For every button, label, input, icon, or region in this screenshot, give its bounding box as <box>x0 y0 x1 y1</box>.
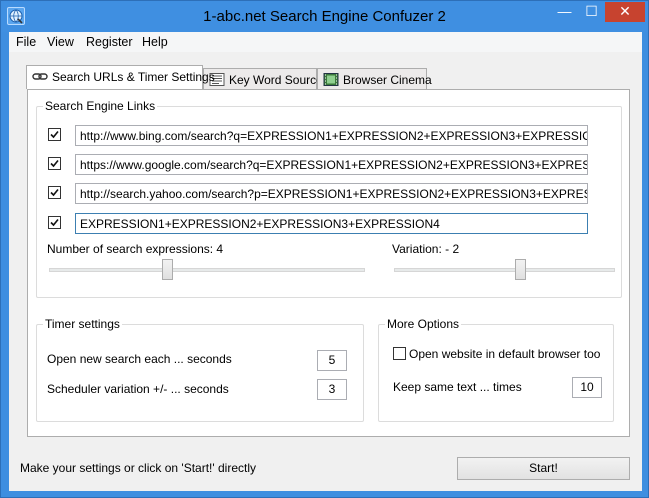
close-button[interactable]: ✕ <box>605 2 645 22</box>
group-label: More Options <box>385 317 462 331</box>
title-bar[interactable]: 1-abc.net Search Engine Confuzer 2 — ☐ ✕ <box>1 1 648 32</box>
bing-link-checkbox[interactable] <box>48 128 61 141</box>
yahoo-link-checkbox[interactable] <box>48 186 61 199</box>
tab-label: Search URLs & Timer Settings <box>52 70 215 84</box>
tab-search-urls-timer-settings[interactable]: Search URLs & Timer Settings <box>26 65 215 89</box>
open-each-label: Open new search each ... seconds <box>47 352 232 366</box>
chain-link-icon <box>32 73 48 80</box>
group-label: Timer settings <box>43 317 122 331</box>
yahoo-url-input[interactable]: http://search.yahoo.com/search?p=EXPRESS… <box>75 183 588 204</box>
expressions-label: Number of search expressions: 4 <box>47 242 224 256</box>
custom-link-checkbox[interactable] <box>48 216 61 229</box>
more-options-group: More Options <box>378 317 614 422</box>
open-each-seconds-input[interactable]: 5 <box>317 350 347 371</box>
footer-hint: Make your settings or click on 'Start!' … <box>20 461 256 475</box>
timer-settings-group: Timer settings <box>36 317 364 422</box>
tab-label: Key Word Source <box>229 73 323 87</box>
open-in-browser-label: Open website in default browser too <box>409 347 601 361</box>
minimize-button[interactable]: — <box>551 2 578 22</box>
google-link-checkbox[interactable] <box>48 157 61 170</box>
open-in-browser-checkbox[interactable] <box>393 347 406 360</box>
scheduler-variation-label: Scheduler variation +/- ... seconds <box>47 382 229 396</box>
menu-file[interactable]: File <box>16 35 36 49</box>
variation-slider-track[interactable] <box>394 268 615 272</box>
expressions-slider-track[interactable] <box>49 268 365 272</box>
variation-slider-thumb[interactable] <box>515 259 526 280</box>
start-button[interactable]: Start! <box>457 457 630 480</box>
app-window: 1-abc.net Search Engine Confuzer 2 — ☐ ✕… <box>0 0 649 498</box>
menu-view[interactable]: View <box>47 35 74 49</box>
expressions-slider-thumb[interactable] <box>162 259 173 280</box>
group-label: Search Engine Links <box>43 99 158 113</box>
google-url-input[interactable]: https://www.google.com/search?q=EXPRESSI… <box>75 154 588 175</box>
keep-same-text-label: Keep same text ... times <box>393 380 522 394</box>
variation-label: Variation: - 2 <box>392 242 460 256</box>
menu-register[interactable]: Register <box>86 35 133 49</box>
tab-label: Browser Cinema <box>343 73 432 87</box>
menu-bar: File View Register Help <box>9 32 642 52</box>
tab-key-word-source[interactable]: Key Word Source <box>203 68 323 89</box>
scheduler-variation-input[interactable]: 3 <box>317 379 347 400</box>
custom-url-input[interactable]: EXPRESSION1+EXPRESSION2+EXPRESSION3+EXPR… <box>75 213 588 234</box>
keep-same-text-input[interactable]: 10 <box>572 377 602 398</box>
menu-help[interactable]: Help <box>142 35 168 49</box>
bing-url-input[interactable]: http://www.bing.com/search?q=EXPRESSION1… <box>75 125 588 146</box>
film-strip-icon <box>323 73 339 86</box>
maximize-button[interactable]: ☐ <box>578 2 605 22</box>
tab-browser-cinema[interactable]: Browser Cinema <box>317 68 432 89</box>
tab-panel-search-urls: Search Engine Links http://www.bing.com/… <box>27 89 630 437</box>
